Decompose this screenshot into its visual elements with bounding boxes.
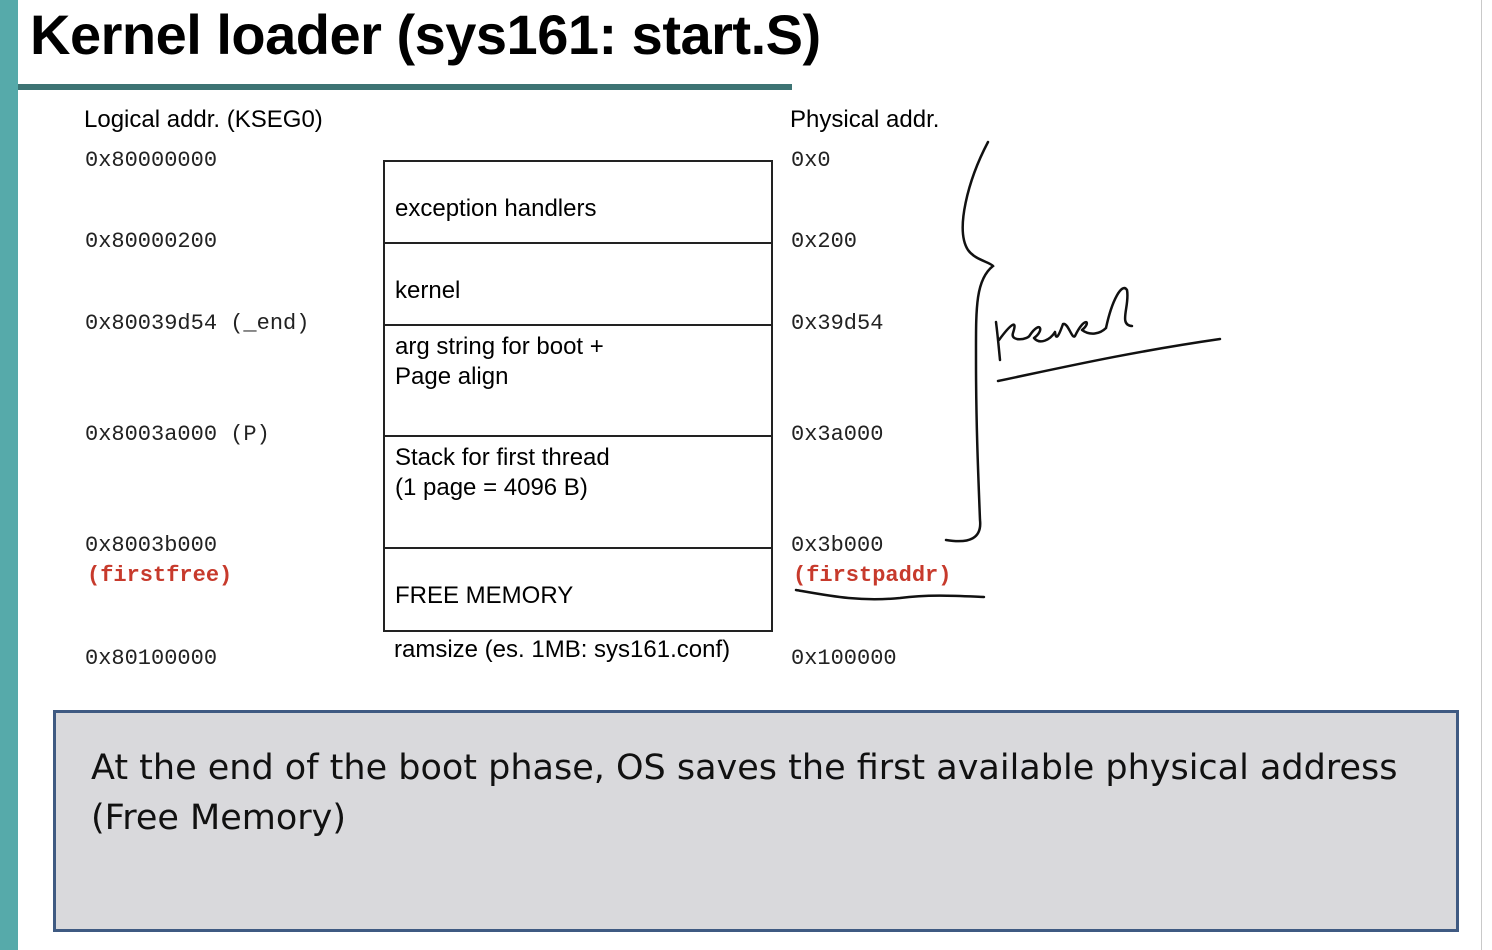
note-text: At the end of the boot phase, OS saves t… — [91, 748, 1398, 838]
handwritten-underline-kernel — [996, 337, 1222, 383]
handwritten-kernel-word — [994, 286, 1134, 362]
note-box: At the end of the boot phase, OS saves t… — [53, 710, 1459, 932]
handwritten-underline-firstpaddr — [794, 588, 986, 601]
curly-brace-ink — [944, 140, 995, 543]
